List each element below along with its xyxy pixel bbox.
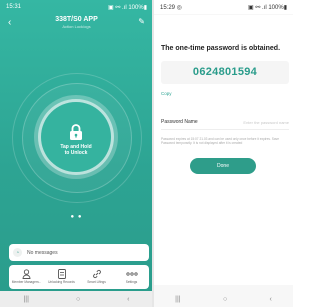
expiry-note: Password expires at 15:07 21.03 and can … bbox=[161, 137, 280, 146]
page-subtitle: Action Lock/ogs bbox=[62, 24, 91, 29]
app-header: ‹ 338T/S0 APP Action Lock/ogs ✎ bbox=[0, 15, 153, 35]
more-icon bbox=[115, 268, 149, 280]
person-icon bbox=[10, 268, 44, 280]
edit-pencil-icon[interactable]: ✎ bbox=[138, 17, 145, 27]
bottom-tab-bar: Member Managem... Unlocking Records Smar… bbox=[9, 265, 149, 289]
back-button[interactable]: ‹ bbox=[127, 296, 129, 303]
back-button[interactable]: ‹ bbox=[269, 296, 271, 303]
link-icon bbox=[80, 268, 114, 280]
unlock-button[interactable]: Tap and Hold to Unlock bbox=[41, 102, 111, 172]
otp-screen: 15:29 ◎ ▣ ⚯ .ıl 100%▮ The one-time passw… bbox=[154, 0, 293, 307]
tab-unlocking-records[interactable]: Unlocking Records bbox=[45, 268, 79, 284]
tab-member-management[interactable]: Member Managem... bbox=[10, 268, 44, 284]
status-bar: 15:31 ▣ ⚯ .ıl 100%▮ bbox=[0, 0, 153, 14]
unlock-label: Tap and Hold to Unlock bbox=[41, 144, 111, 156]
tab-label: Settings bbox=[125, 280, 138, 284]
status-bar: 15:29 ◎ ▣ ⚯ .ıl 100%▮ bbox=[154, 0, 293, 14]
page-indicator: ● ● bbox=[70, 214, 83, 220]
status-indicators: ▣ ⚯ .ıl 100%▮ bbox=[107, 4, 147, 11]
records-icon bbox=[45, 268, 79, 280]
recent-apps-button[interactable]: ||| bbox=[23, 296, 28, 303]
messages-bar[interactable]: ◔ No messages bbox=[9, 244, 149, 261]
password-name-label: Password Name bbox=[161, 119, 198, 125]
system-nav-bar: ||| ○ ‹ bbox=[154, 291, 293, 307]
dialog-title: The one-time password is obtained. bbox=[161, 45, 281, 52]
recent-apps-button[interactable]: ||| bbox=[175, 296, 180, 303]
copy-link[interactable]: Copy bbox=[161, 91, 172, 96]
home-button[interactable]: ○ bbox=[76, 296, 80, 303]
tab-label: Member Managem... bbox=[11, 280, 42, 284]
messages-text: No messages bbox=[27, 249, 58, 256]
status-indicators: ▣ ⚯ .ıl 100%▮ bbox=[247, 4, 287, 11]
otp-code: 0624801594 bbox=[161, 61, 289, 84]
unlock-label-line: to Unlock bbox=[64, 150, 88, 156]
tab-label: Unlocking Records bbox=[48, 280, 75, 284]
tab-smart-linkage[interactable]: Smart Lifings bbox=[80, 268, 114, 284]
done-button[interactable]: Done bbox=[190, 158, 256, 174]
tab-settings[interactable]: Settings bbox=[115, 268, 149, 284]
home-button[interactable]: ○ bbox=[223, 296, 227, 303]
password-name-input[interactable] bbox=[229, 119, 289, 125]
status-time: 15:31 bbox=[6, 4, 22, 10]
system-nav-bar: ||| ○ ‹ bbox=[0, 291, 153, 307]
bell-icon: ◔ bbox=[13, 248, 22, 257]
page-title: 338T/S0 APP bbox=[55, 16, 98, 23]
password-name-row: Password Name bbox=[161, 115, 289, 130]
lock-icon bbox=[70, 124, 82, 140]
status-time: 15:29 ◎ bbox=[160, 4, 182, 11]
otp-dialog: The one-time password is obtained. 06248… bbox=[154, 15, 293, 285]
lock-app-screen: 15:31 ▣ ⚯ .ıl 100%▮ ‹ 338T/S0 APP Action… bbox=[0, 0, 153, 307]
tab-label: Smart Lifings bbox=[87, 280, 106, 284]
